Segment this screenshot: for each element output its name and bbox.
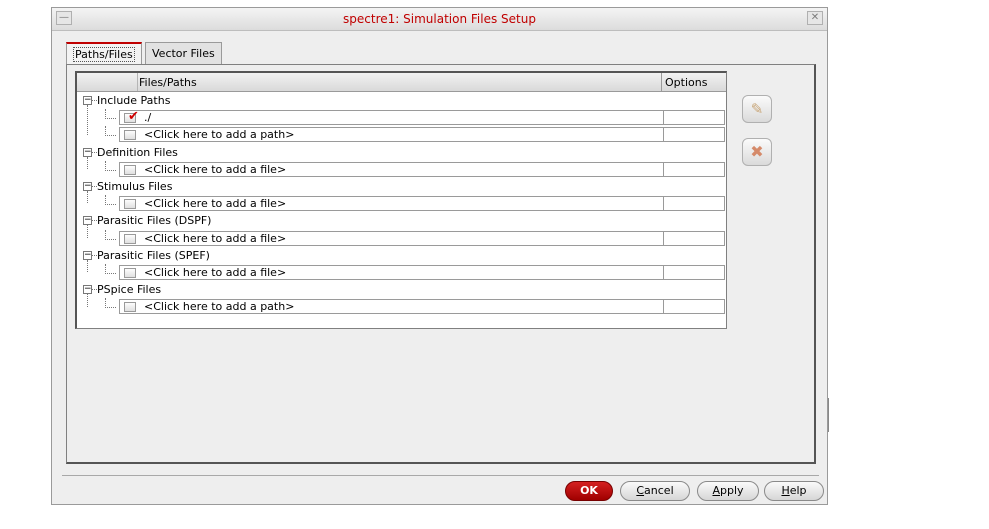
tree-connector <box>105 109 116 120</box>
tree-vertical-connector <box>87 294 88 307</box>
options-cell-divider <box>663 197 664 211</box>
path-cell[interactable]: ✔ ./ <box>119 109 725 126</box>
options-cell-divider <box>663 162 664 176</box>
options-cell-divider <box>663 300 664 314</box>
paths-files-panel: Files/Paths Options − Include Paths ✔ ./<Cl… <box>66 64 816 464</box>
tree-connector <box>105 195 116 206</box>
cancel-label: ancel <box>644 484 674 497</box>
collapse-toggle-icon[interactable]: − <box>83 182 92 191</box>
path-text[interactable]: <Click here to add a file> <box>144 232 286 245</box>
path-text[interactable]: <Click here to add a path> <box>144 300 294 313</box>
path-cell[interactable]: <Click here to add a file> <box>119 196 725 212</box>
delete-button[interactable]: ✖ <box>742 138 772 166</box>
enable-checkbox[interactable] <box>124 199 136 210</box>
collapse-toggle-icon[interactable]: − <box>83 96 92 105</box>
options-cell-divider <box>663 128 664 142</box>
tree-item[interactable]: <Click here to add a file> <box>77 229 726 247</box>
options-cell-divider <box>663 266 664 279</box>
window-title: spectre1: Simulation Files Setup <box>343 12 536 26</box>
enable-checkbox[interactable] <box>124 130 136 141</box>
collapse-toggle-icon[interactable]: − <box>83 147 92 157</box>
title-bar[interactable]: — spectre1: Simulation Files Setup ✕ <box>52 8 827 31</box>
path-cell[interactable]: <Click here to add a path> <box>119 127 725 143</box>
tree-item[interactable]: <Click here to add a file> <box>77 195 726 212</box>
tree-connector <box>105 160 116 171</box>
simulation-files-setup-dialog: — spectre1: Simulation Files Setup ✕ Pat… <box>51 7 828 505</box>
enable-checkbox[interactable] <box>124 233 136 244</box>
help-mnemonic: H <box>781 484 790 497</box>
path-cell[interactable]: <Click here to add a file> <box>119 265 725 280</box>
path-text[interactable]: <Click here to add a file> <box>144 163 286 176</box>
apply-mnemonic: A <box>712 484 720 497</box>
edit-button[interactable]: ✎ <box>742 95 772 123</box>
cancel-mnemonic: C <box>636 484 645 497</box>
path-text[interactable]: <Click here to add a path> <box>144 128 294 141</box>
help-button[interactable]: Help <box>764 481 824 501</box>
apply-label: pply <box>720 484 744 497</box>
cancel-button[interactable]: Cancel <box>620 481 690 501</box>
help-label: elp <box>789 484 807 497</box>
tree-vertical-connector <box>87 156 88 169</box>
tree-item[interactable]: <Click here to add a file> <box>77 264 726 281</box>
enable-checkbox[interactable] <box>124 268 136 278</box>
path-cell[interactable]: <Click here to add a file> <box>119 230 725 246</box>
tree-connector <box>105 264 116 274</box>
enable-checkbox[interactable] <box>124 164 136 175</box>
tree-vertical-connector <box>87 191 88 204</box>
tree-item[interactable]: ✔ ./ <box>77 109 726 126</box>
delete-icon: ✖ <box>750 142 764 161</box>
tree-category[interactable]: − Stimulus Files <box>77 178 726 195</box>
header-separator <box>137 73 138 91</box>
header-options[interactable]: Options <box>661 73 725 91</box>
tree-vertical-connector <box>87 259 88 273</box>
tab-vector-files[interactable]: Vector Files <box>145 42 222 64</box>
tree-category[interactable]: − PSpice Files <box>77 281 726 298</box>
collapse-toggle-icon[interactable]: − <box>83 250 92 260</box>
collapse-toggle-icon[interactable]: − <box>83 285 92 295</box>
button-divider <box>62 475 819 476</box>
path-cell[interactable]: <Click here to add a path> <box>119 299 725 315</box>
options-cell-divider <box>663 231 664 245</box>
table-header: Files/Paths Options <box>77 73 726 92</box>
path-text[interactable]: <Click here to add a file> <box>144 266 286 279</box>
window-edge-line <box>828 398 829 432</box>
category-label: Stimulus Files <box>97 180 173 193</box>
category-label: Definition Files <box>97 145 178 159</box>
tree-category[interactable]: − Parasitic Files (SPEF) <box>77 247 726 264</box>
tree-item[interactable]: <Click here to add a file> <box>77 160 726 178</box>
checkmark-icon: ✔ <box>128 109 139 125</box>
collapse-toggle-icon[interactable]: − <box>83 216 92 226</box>
enable-checkbox[interactable]: ✔ <box>124 109 139 124</box>
apply-button[interactable]: Apply <box>697 481 759 501</box>
tab-paths-files[interactable]: Paths/Files <box>66 42 142 66</box>
tree-category[interactable]: − Parasitic Files (DSPF) <box>77 212 726 229</box>
files-tree-table: Files/Paths Options − Include Paths ✔ ./<Cl… <box>75 71 727 329</box>
path-text[interactable]: <Click here to add a file> <box>144 197 286 210</box>
options-cell-divider <box>663 111 664 125</box>
tree-connector <box>105 126 116 137</box>
close-button[interactable]: ✕ <box>807 11 823 25</box>
enable-checkbox[interactable] <box>124 302 136 313</box>
category-label: Parasitic Files (DSPF) <box>97 214 212 228</box>
category-label: PSpice Files <box>97 283 162 297</box>
tree-category[interactable]: − Definition Files <box>77 144 726 161</box>
path-cell[interactable]: <Click here to add a file> <box>119 161 725 177</box>
tree-vertical-connector <box>87 105 88 135</box>
tree-item[interactable]: <Click here to add a path> <box>77 126 726 143</box>
tree-connector <box>105 229 116 240</box>
path-text[interactable]: ./ <box>144 111 151 124</box>
header-files-paths[interactable]: Files/Paths <box>139 76 197 89</box>
edit-icon: ✎ <box>750 100 764 118</box>
ok-button[interactable]: OK <box>565 481 613 501</box>
tree-category[interactable]: − Include Paths <box>77 92 726 109</box>
tree-vertical-connector <box>87 225 88 238</box>
category-label: Parasitic Files (SPEF) <box>97 248 210 262</box>
tree-item[interactable]: <Click here to add a path> <box>77 298 726 315</box>
tab-label: Paths/Files <box>73 47 135 62</box>
tree-connector <box>105 298 116 309</box>
category-label: Include Paths <box>97 94 171 107</box>
